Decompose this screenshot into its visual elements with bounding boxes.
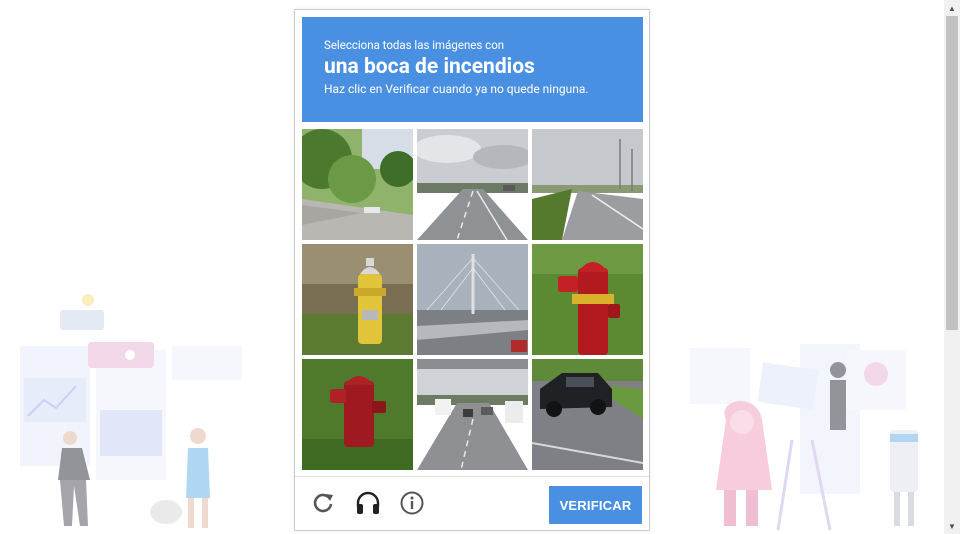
image-tile-4[interactable] [302, 244, 413, 355]
info-icon[interactable] [399, 490, 425, 516]
image-tile-9[interactable] [532, 359, 643, 470]
right-illustration [690, 344, 918, 531]
instruction-target: una boca de incendios [324, 55, 535, 79]
scroll-thumb[interactable] [946, 16, 958, 330]
image-tile-8[interactable] [417, 359, 528, 470]
reload-icon[interactable] [310, 490, 336, 516]
verify-button[interactable]: VERIFICAR [549, 486, 642, 524]
image-tile-6[interactable] [532, 244, 643, 355]
page-scrollbar[interactable]: ▲ ▼ [944, 0, 960, 534]
left-illustration [20, 294, 242, 528]
scroll-down-arrow-icon[interactable]: ▼ [944, 518, 960, 534]
scroll-up-arrow-icon[interactable]: ▲ [944, 0, 960, 16]
image-tile-1[interactable] [302, 129, 413, 240]
challenge-header: Selecciona todas las imágenes con una bo… [302, 17, 643, 122]
recaptcha-challenge: Selecciona todas las imágenes con una bo… [294, 9, 650, 531]
headphones-icon[interactable] [355, 490, 381, 516]
image-tile-7[interactable] [302, 359, 413, 470]
challenge-footer: VERIFICAR [295, 476, 649, 531]
image-tile-2[interactable] [417, 129, 528, 240]
image-tile-5[interactable] [417, 244, 528, 355]
image-grid [302, 129, 644, 471]
instruction-hint: Haz clic en Verificar cuando ya no quede… [324, 82, 589, 96]
image-tile-3[interactable] [532, 129, 643, 240]
instruction-line: Selecciona todas las imágenes con [324, 38, 505, 52]
